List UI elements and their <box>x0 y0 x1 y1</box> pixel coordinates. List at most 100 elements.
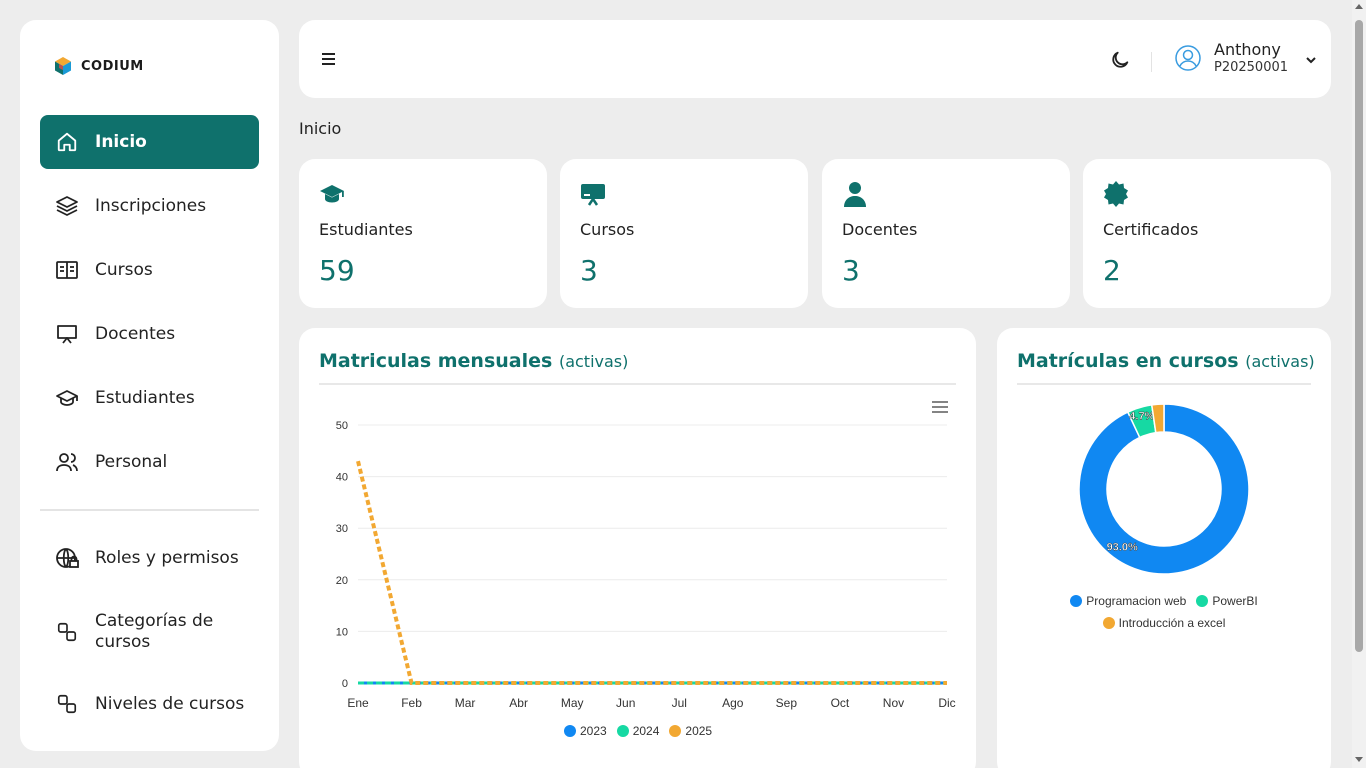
sidebar-item-niveles[interactable]: Niveles de cursos <box>40 677 259 731</box>
top-header: Anthony P20250001 <box>299 20 1331 98</box>
panel-subtitle: (activas) <box>558 352 629 371</box>
legend-item[interactable]: 2024 <box>616 724 660 738</box>
sidebar-item-inicio[interactable]: Inicio <box>40 115 259 169</box>
legend-item[interactable]: 2025 <box>669 724 712 738</box>
panel-title-text: Matriculas mensuales <box>319 350 553 372</box>
donut-data-label: 93.0% <box>1107 541 1138 553</box>
panel-title: Matrículas en cursos (activas) <box>1017 350 1315 372</box>
page-scrollbar[interactable] <box>1352 0 1366 768</box>
sidebar-item-label: Docentes <box>95 323 176 344</box>
legend-label: 2024 <box>632 724 660 738</box>
x-tick-label: Mar <box>455 696 476 710</box>
panel-title-text: Matrículas en cursos <box>1017 350 1239 372</box>
moon-icon[interactable] <box>1109 49 1131 71</box>
series-line-2025[interactable] <box>356 460 947 685</box>
course-enrollments-panel: Matrículas en cursos (activas) 93.0% 4.7%… <box>997 328 1331 768</box>
legend-marker <box>616 725 629 737</box>
sidebar-item-inscripciones[interactable]: Inscripciones <box>40 179 259 233</box>
x-tick-label: Nov <box>883 696 904 710</box>
user-info: Anthony P20250001 <box>1214 40 1288 76</box>
x-tick-label: Oct <box>831 696 850 710</box>
legend-label: Programacion web <box>1086 594 1187 608</box>
y-tick-label: 40 <box>336 472 348 484</box>
scroll-down-icon[interactable] <box>1355 757 1363 762</box>
y-tick-label: 30 <box>336 523 348 535</box>
sidebar-item-cursos[interactable]: Cursos <box>40 243 259 297</box>
presentation-icon <box>55 322 79 346</box>
legend-label: Introducción a excel <box>1118 616 1226 630</box>
sidebar-divider <box>40 509 259 511</box>
sidebar-item-label: Inicio <box>95 131 147 152</box>
donut-chart: 93.0% 4.7% <box>1078 403 1250 575</box>
legend-marker <box>1070 595 1083 607</box>
sidebar-item-label: Categorías de cursos <box>95 611 214 652</box>
x-tick-label: May <box>561 696 584 710</box>
x-tick-label: Abr <box>509 696 528 710</box>
header-separator <box>1151 52 1152 72</box>
line-chart-legend: 2023 2024 2025 <box>564 724 712 738</box>
sidebar-item-docentes[interactable]: Docentes <box>40 307 259 361</box>
legend-marker <box>1102 617 1115 629</box>
legend-label: PowerBI <box>1212 594 1258 608</box>
app-logo[interactable]: CODIUM <box>53 56 144 76</box>
x-tick-label: Dic <box>938 696 955 710</box>
stat-value: 3 <box>842 254 860 287</box>
chevron-down-icon[interactable] <box>1304 53 1318 67</box>
stat-card-certificados: Certificados 2 <box>1083 159 1331 308</box>
user-code: P20250001 <box>1214 60 1289 75</box>
stat-label: Docentes <box>842 220 918 239</box>
hamburger-menu-icon[interactable] <box>319 49 339 69</box>
book-open-icon <box>55 258 79 282</box>
easel-icon <box>581 184 605 206</box>
panel-title: Matriculas mensuales (activas) <box>319 350 628 372</box>
y-tick-label: 0 <box>342 678 348 690</box>
legend-item[interactable]: Programacion web <box>1070 594 1186 608</box>
layers-icon <box>55 194 79 218</box>
legend-marker <box>669 725 682 737</box>
user-name: Anthony <box>1214 40 1281 59</box>
line-chart: 0 10 20 30 40 50 Ene Feb Mar Abr May Jun Jul Ago Sep Oc… <box>336 420 956 710</box>
sidebar-item-label: Roles y permisos <box>95 547 239 568</box>
boxes-icon <box>55 620 79 644</box>
graduation-cap-icon <box>320 185 344 203</box>
scroll-up-icon[interactable] <box>1355 4 1363 9</box>
sidebar-item-label: Inscripciones <box>95 195 207 216</box>
legend-item[interactable]: Introducción a excel <box>1102 616 1226 630</box>
logo-text: CODIUM <box>81 58 144 74</box>
stat-card-cursos: Cursos 3 <box>560 159 808 308</box>
stat-label: Estudiantes <box>319 220 413 239</box>
donut-data-label: 4.7% <box>1129 410 1154 422</box>
stat-card-docentes: Docentes 3 <box>822 159 1070 308</box>
badge-icon <box>1104 181 1128 207</box>
sidebar-item-label: Cursos <box>95 259 153 280</box>
user-menu[interactable]: Anthony P20250001 <box>1174 40 1288 76</box>
y-tick-label: 50 <box>336 420 348 432</box>
stat-label: Cursos <box>580 220 635 239</box>
x-tick-label: Jun <box>616 696 635 710</box>
x-tick-label: Jul <box>672 696 687 710</box>
sidebar-item-personal[interactable]: Personal <box>40 435 259 489</box>
users-icon <box>55 450 79 474</box>
y-tick-label: 10 <box>336 626 348 638</box>
scrollbar-thumb[interactable] <box>1355 20 1363 652</box>
stat-value: 59 <box>319 254 355 287</box>
panel-subtitle: (activas) <box>1245 352 1315 371</box>
legend-item[interactable]: PowerBI <box>1196 594 1258 608</box>
boxes-icon <box>55 692 79 716</box>
x-tick-label: Ene <box>347 696 369 710</box>
sidebar: CODIUM Inicio Inscripciones Cursos Docen… <box>20 20 279 751</box>
x-tick-label: Ago <box>722 696 744 710</box>
donut-chart-legend: Programacion web PowerBI Introducción a ex… <box>1017 594 1311 630</box>
panel-divider <box>1017 383 1311 385</box>
legend-item[interactable]: 2023 <box>564 724 607 738</box>
legend-marker <box>1196 595 1209 607</box>
y-tick-label: 20 <box>336 575 348 587</box>
sidebar-item-estudiantes[interactable]: Estudiantes <box>40 371 259 425</box>
sidebar-item-label: Niveles de cursos <box>95 693 245 714</box>
legend-marker <box>564 725 576 737</box>
avatar-icon <box>1175 45 1201 71</box>
monthly-enrollments-panel: Matriculas mensuales (activas) 0 10 20 30 40… <box>299 328 976 768</box>
sidebar-item-categorias[interactable]: Categorías de cursos <box>40 605 259 659</box>
x-tick-label: Feb <box>401 696 422 710</box>
sidebar-item-roles[interactable]: Roles y permisos <box>40 531 259 585</box>
